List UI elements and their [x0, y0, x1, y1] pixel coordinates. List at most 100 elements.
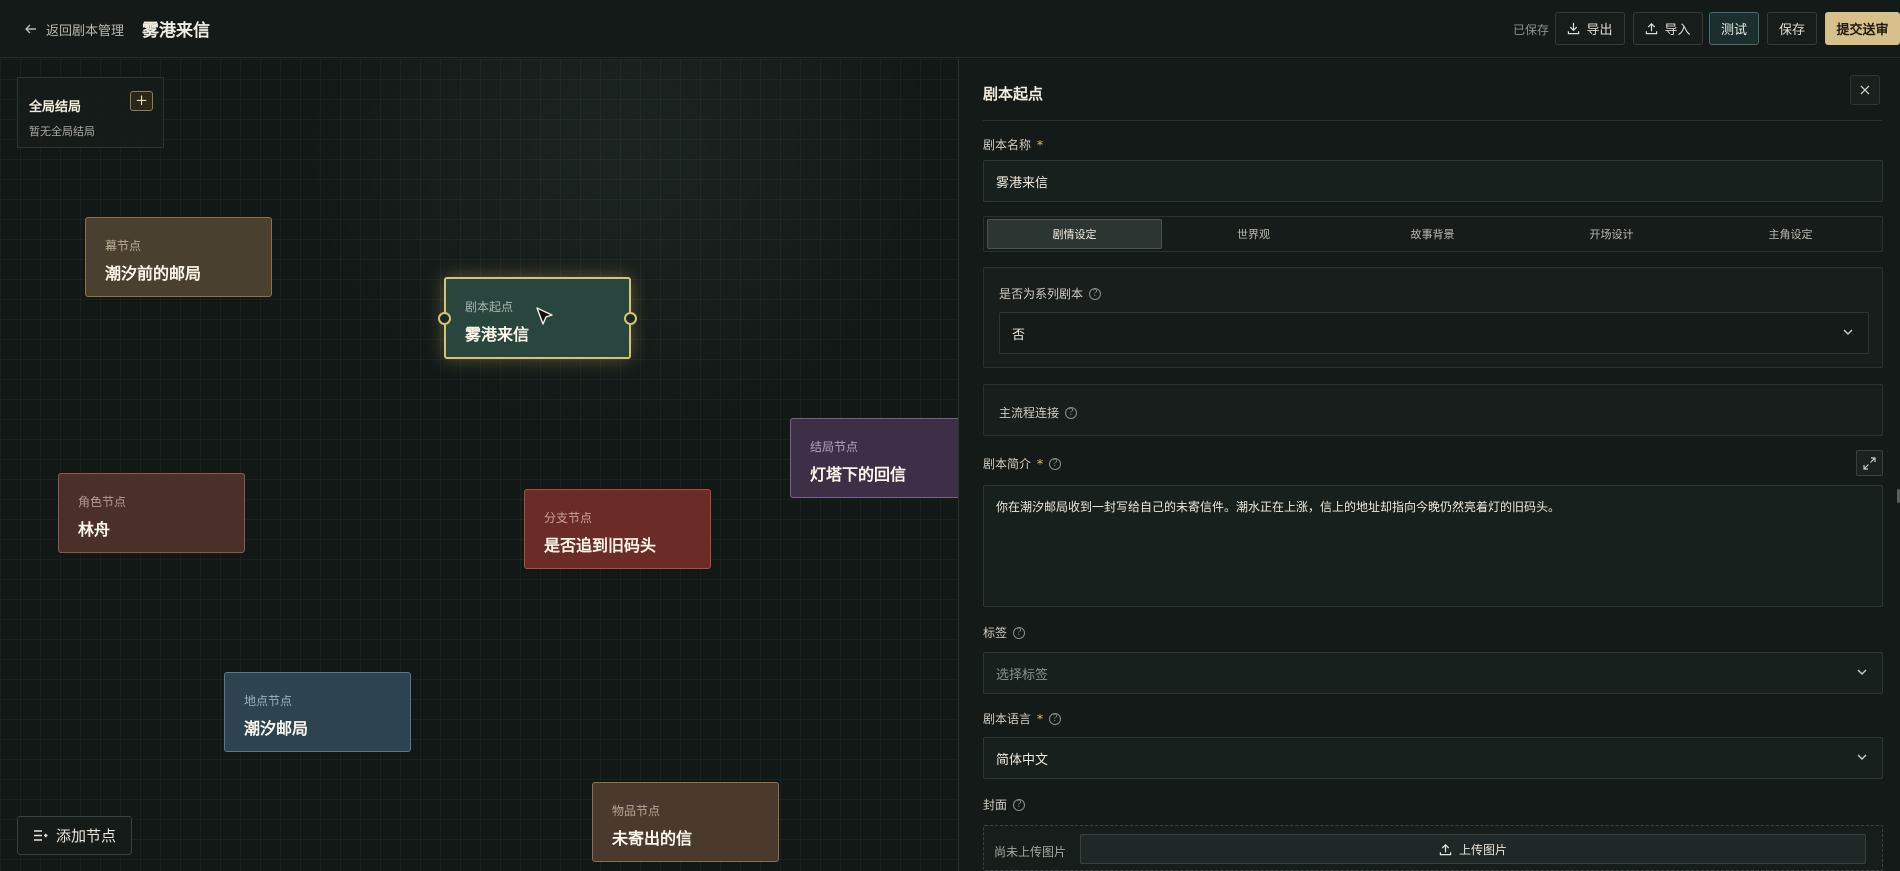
required-mark: * — [1037, 456, 1044, 471]
submit-label: 提交送审 — [1836, 23, 1889, 38]
upload-image-button[interactable]: 上传图片 — [1080, 834, 1866, 864]
field-label-text: 剧本简介 — [983, 457, 1032, 471]
import-button[interactable]: 导入 — [1633, 12, 1703, 45]
node-type-label: 结局节点 — [810, 440, 859, 454]
panel-title: 剧本起点 — [983, 85, 1044, 103]
chevron-down-icon — [1857, 754, 1867, 760]
back-to-scripts-link[interactable]: 返回剧本管理 — [24, 18, 124, 40]
node-name: 雾港来信 — [465, 325, 530, 344]
upload-icon — [1439, 843, 1452, 855]
branch-node[interactable]: 分支节点 是否追到旧码头 — [524, 489, 711, 569]
mouse-cursor-icon — [536, 307, 553, 325]
item-node[interactable]: 物品节点 未寄出的信 — [592, 782, 779, 862]
save-label: 保存 — [1778, 23, 1805, 38]
node-name: 林舟 — [78, 520, 111, 539]
tab-worldview[interactable]: 世界观 — [1166, 219, 1341, 249]
node-name: 潮汐邮局 — [244, 719, 309, 738]
global-endings-title: 全局结局 — [29, 100, 82, 115]
summary-textarea[interactable]: 你在潮汐邮局收到一封写给自己的未寄信件。潮水正在上涨，信上的地址却指向今晚仍然亮… — [983, 485, 1883, 607]
help-icon[interactable]: ? — [1049, 712, 1062, 725]
help-icon[interactable]: ? — [1013, 798, 1026, 811]
node-type-label: 分支节点 — [544, 511, 593, 525]
add-global-ending-button[interactable]: + — [130, 91, 153, 111]
top-bar: 返回剧本管理 雾港来信 已保存 导出 导入 测试 保存 提交送审 — [0, 0, 1900, 58]
required-mark: * — [1037, 137, 1044, 152]
script-name-label: 剧本名称 * — [983, 136, 1043, 153]
node-name: 灯塔下的回信 — [810, 465, 907, 484]
series-label: 是否为系列剧本 ? — [999, 285, 1102, 302]
save-button[interactable]: 保存 — [1767, 12, 1817, 45]
node-properties-panel: 剧本起点 × 剧本名称 * 雾港来信 剧情设定 世界观 故事背景 开场设计 主角… — [958, 59, 1900, 871]
close-icon: × — [1858, 80, 1872, 99]
series-select-value: 否 — [1012, 327, 1026, 343]
series-select[interactable]: 否 — [999, 312, 1869, 354]
help-icon[interactable]: ? — [1013, 626, 1026, 639]
field-label-text: 标签 — [983, 626, 1008, 640]
import-label: 导入 — [1664, 23, 1691, 38]
cover-empty-text: 尚未上传图片 — [994, 845, 1067, 859]
settings-tabs: 剧情设定 世界观 故事背景 开场设计 主角设定 — [983, 216, 1883, 252]
node-type-label: 物品节点 — [612, 804, 661, 818]
node-type-label: 剧本起点 — [465, 300, 514, 314]
upload-label: 上传图片 — [1458, 842, 1507, 857]
chevron-down-icon — [1843, 329, 1853, 335]
tab-opening-design[interactable]: 开场设计 — [1524, 219, 1699, 249]
node-name: 未寄出的信 — [612, 829, 693, 848]
language-label: 剧本语言 * ? — [983, 710, 1062, 727]
tab-protagonist-settings[interactable]: 主角设定 — [1703, 219, 1878, 249]
help-icon[interactable]: ? — [1089, 287, 1102, 300]
add-node-button[interactable]: 添加节点 — [17, 816, 132, 855]
required-mark: * — [1037, 711, 1044, 726]
tags-label: 标签 ? — [983, 624, 1026, 641]
page-title: 雾港来信 — [142, 21, 210, 41]
add-list-icon — [33, 830, 48, 841]
ending-node[interactable]: 结局节点 灯塔下的回信 — [790, 418, 958, 498]
test-label: 测试 — [1720, 23, 1747, 38]
language-select[interactable]: 简体中文 — [983, 737, 1883, 779]
node-name: 潮汐前的邮局 — [105, 264, 202, 283]
panel-divider — [983, 120, 1882, 121]
character-node[interactable]: 角色节点 林舟 — [58, 473, 245, 553]
submit-review-button[interactable]: 提交送审 — [1825, 12, 1900, 45]
language-select-value: 简体中文 — [996, 752, 1049, 768]
tab-story-background[interactable]: 故事背景 — [1345, 219, 1520, 249]
tags-select[interactable]: 选择标签 — [983, 652, 1883, 694]
node-type-label: 幕节点 — [105, 239, 142, 253]
cover-label: 封面 ? — [983, 796, 1026, 813]
expand-editor-button[interactable] — [1856, 450, 1883, 476]
start-node[interactable]: 剧本起点 雾港来信 — [438, 277, 637, 359]
node-type-label: 地点节点 — [244, 694, 293, 708]
tab-plot-settings[interactable]: 剧情设定 — [987, 219, 1162, 249]
cover-upload-area: 尚未上传图片 上传图片 — [983, 825, 1883, 871]
start-node-output-port[interactable] — [624, 312, 637, 325]
field-label-text: 封面 — [983, 798, 1008, 812]
global-endings-panel: 全局结局 + 暂无全局结局 — [17, 77, 164, 148]
location-node[interactable]: 地点节点 潮汐邮局 — [224, 672, 411, 752]
main-flow-section[interactable]: 主流程连接 ? — [983, 384, 1883, 436]
add-node-label: 添加节点 — [55, 827, 116, 845]
script-name-field[interactable]: 雾港来信 — [983, 160, 1883, 202]
field-label-text: 剧本名称 — [983, 138, 1032, 152]
field-label-text: 是否为系列剧本 — [999, 287, 1084, 301]
series-section: 是否为系列剧本 ? 否 — [983, 267, 1883, 368]
download-icon — [1568, 22, 1580, 35]
test-button[interactable]: 测试 — [1709, 12, 1759, 45]
summary-label: 剧本简介 * ? — [983, 455, 1062, 472]
help-icon[interactable]: ? — [1065, 406, 1078, 419]
chevron-down-icon — [1857, 669, 1867, 675]
expand-icon — [1863, 456, 1876, 470]
export-button[interactable]: 导出 — [1555, 12, 1625, 45]
start-node-input-port[interactable] — [438, 312, 451, 325]
back-link-label: 返回剧本管理 — [46, 23, 125, 39]
field-label-text: 剧本语言 — [983, 712, 1032, 726]
node-type-label: 角色节点 — [78, 495, 127, 509]
node-canvas[interactable]: 全局结局 + 暂无全局结局 幕节点 潮汐前的邮局 剧本起点 雾港来信 结局节点 … — [0, 59, 958, 871]
node-name: 是否追到旧码头 — [544, 536, 657, 555]
arrow-left-icon — [25, 24, 36, 34]
help-icon[interactable]: ? — [1049, 457, 1062, 470]
upload-icon — [1646, 23, 1658, 35]
close-panel-button[interactable]: × — [1850, 75, 1880, 105]
export-label: 导出 — [1586, 23, 1613, 38]
field-label-text: 主流程连接 — [999, 406, 1060, 420]
act-node[interactable]: 幕节点 潮汐前的邮局 — [85, 217, 272, 297]
